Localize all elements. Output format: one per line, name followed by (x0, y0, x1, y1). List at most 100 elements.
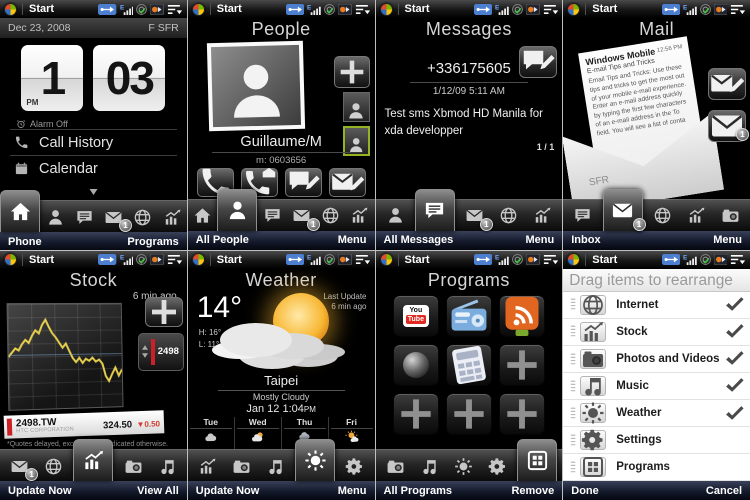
youtube-tile[interactable]: YouTube (393, 295, 439, 337)
drag-handle-icon[interactable] (569, 297, 578, 311)
tab-mail[interactable]: 1 (603, 189, 643, 231)
tab-camera[interactable] (716, 201, 745, 231)
start-button[interactable]: Start (22, 254, 54, 266)
menulist-icon[interactable] (543, 254, 559, 265)
compose-mail-button[interactable] (708, 68, 746, 100)
tab-globe[interactable] (494, 201, 523, 231)
tab-music[interactable] (415, 451, 444, 481)
message-body[interactable]: Test sms Xbmod HD Manila for xda develop… (385, 106, 545, 139)
tab-chart[interactable] (193, 451, 222, 481)
tab-chart[interactable] (345, 201, 374, 231)
inbox-button[interactable]: 1 (708, 110, 746, 142)
contact-thumb[interactable] (343, 92, 370, 122)
tab-chart[interactable] (682, 201, 711, 231)
envelope-scene[interactable]: 12:56 PM Windows Mobile E-mail Tips and … (563, 40, 750, 196)
radio-tile[interactable] (446, 295, 492, 337)
stock-selector[interactable]: 2498 (138, 333, 184, 371)
tab-person[interactable] (217, 189, 257, 231)
list-item-music[interactable]: Music (563, 373, 750, 400)
start-button[interactable]: Start (210, 254, 242, 266)
softkey-inbox[interactable]: Inbox (571, 234, 600, 246)
tab-chat[interactable] (70, 202, 99, 232)
tab-globe[interactable] (648, 201, 677, 231)
streaming-tile[interactable] (499, 295, 545, 337)
tab-chart[interactable] (158, 202, 187, 232)
tab-mail[interactable]: 1 (5, 451, 34, 481)
softkey-update-now[interactable]: Update Now (196, 485, 260, 497)
forecast-tue[interactable]: TueH:14°L:9° (188, 417, 234, 450)
add-contact-button[interactable] (334, 56, 370, 88)
tab-camera[interactable] (227, 451, 256, 481)
tab-globe[interactable] (316, 201, 345, 231)
softkey-done[interactable]: Done (571, 485, 599, 497)
add-stock-button[interactable] (145, 297, 183, 327)
tab-person[interactable] (41, 202, 70, 232)
tab-home[interactable] (0, 190, 40, 232)
stock-spinner-arrows[interactable] (142, 345, 148, 358)
softkey-programs[interactable]: Programs (127, 236, 178, 248)
tab-music[interactable] (261, 451, 290, 481)
item-checkbox[interactable] (724, 405, 744, 422)
stock-chart[interactable] (7, 302, 124, 410)
item-checkbox[interactable] (724, 377, 744, 394)
tab-gear[interactable] (483, 451, 512, 481)
tab-mail[interactable]: 1 (99, 202, 128, 232)
softkey-update-now[interactable]: Update Now (8, 485, 72, 497)
tab-chat[interactable] (258, 201, 287, 231)
softkey-all-messages[interactable]: All Messages (384, 234, 454, 246)
send-sms-button[interactable] (285, 168, 322, 197)
list-item-photos-and-videos[interactable]: Photos and Videos (563, 346, 750, 373)
list-item-settings[interactable]: Settings (563, 427, 750, 454)
drag-handle-icon[interactable] (569, 352, 578, 366)
menulist-icon[interactable] (355, 254, 371, 265)
tab-camera[interactable] (381, 451, 410, 481)
add-program-tile[interactable] (499, 344, 545, 386)
list-item-programs[interactable]: Programs (563, 454, 750, 481)
softkey-menu[interactable]: Menu (713, 234, 742, 246)
start-button[interactable]: Start (22, 3, 54, 15)
item-checkbox[interactable] (724, 323, 744, 340)
call-history-row[interactable]: Call History (10, 129, 177, 155)
forecast-wed[interactable]: WedH:16°L:11° (234, 417, 281, 450)
drag-handle-icon[interactable] (569, 433, 578, 447)
drag-handle-icon[interactable] (569, 406, 578, 420)
menulist-icon[interactable] (730, 254, 746, 265)
alarm-status[interactable]: Alarm Off (16, 119, 187, 129)
sphere-tile[interactable] (393, 344, 439, 386)
tab-chat[interactable] (415, 189, 455, 231)
softkey-view-all[interactable]: View All (137, 485, 179, 497)
clock-hour-card[interactable]: 1 PM (21, 45, 83, 111)
menulist-icon[interactable] (167, 254, 183, 265)
softkey-menu[interactable]: Menu (338, 485, 367, 497)
tab-grid[interactable] (517, 439, 557, 481)
softkey-remove[interactable]: Remove (511, 485, 554, 497)
drag-handle-icon[interactable] (569, 324, 578, 338)
tab-mail[interactable]: 1 (287, 201, 316, 231)
tab-gear[interactable] (340, 451, 369, 481)
softkey-cancel[interactable]: Cancel (706, 485, 742, 497)
tab-chat[interactable] (568, 201, 597, 231)
start-button[interactable]: Start (210, 3, 242, 15)
softkey-menu[interactable]: Menu (338, 234, 367, 246)
add-program-tile[interactable] (499, 393, 545, 435)
item-checkbox[interactable] (724, 296, 744, 313)
city-name[interactable]: Taipei (188, 373, 375, 388)
calculator-tile[interactable] (446, 344, 492, 386)
send-email-button[interactable] (329, 168, 366, 197)
softkey-menu[interactable]: Menu (526, 234, 555, 246)
softkey-all-people[interactable]: All People (196, 234, 249, 246)
tab-sun[interactable] (295, 439, 335, 481)
tab-globe[interactable] (39, 451, 68, 481)
tab-globe[interactable] (128, 202, 157, 232)
tab-mail[interactable]: 1 (460, 201, 489, 231)
tab-home[interactable] (188, 201, 217, 231)
tab-person[interactable] (381, 201, 410, 231)
drag-handle-icon[interactable] (569, 460, 578, 474)
calendar-row[interactable]: Calendar (10, 155, 177, 181)
list-item-stock[interactable]: Stock (563, 319, 750, 346)
message-sender[interactable]: +336175605 (376, 60, 563, 77)
tab-camera[interactable] (119, 451, 148, 481)
menulist-icon[interactable] (167, 4, 183, 15)
stock-ticker-strip[interactable]: 2498.TW HTC CORPORATION 324.50 ▼0.50 (4, 410, 165, 439)
menulist-icon[interactable] (355, 4, 371, 15)
